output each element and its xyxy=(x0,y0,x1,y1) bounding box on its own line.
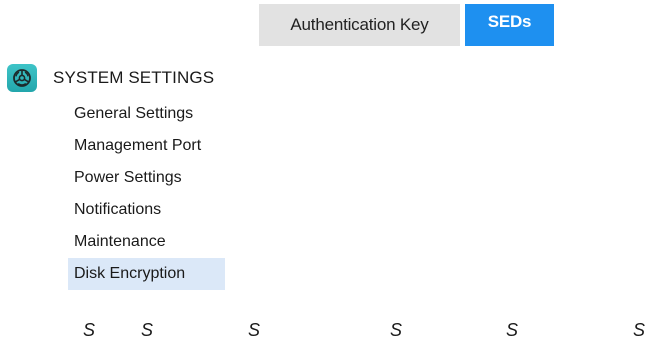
footer-letter: S xyxy=(390,320,403,340)
nav-item-notifications[interactable]: Notifications xyxy=(68,194,368,226)
footer-letter-row: S S S S S S xyxy=(0,320,649,344)
nav-item-disk-encryption[interactable]: Disk Encryption xyxy=(68,258,225,290)
tab-seds[interactable]: SEDs xyxy=(465,4,554,46)
nav-item-maintenance[interactable]: Maintenance xyxy=(68,226,368,258)
footer-letter: S xyxy=(248,320,261,340)
nav-item-power-settings[interactable]: Power Settings xyxy=(68,162,368,194)
tab-authentication-key[interactable]: Authentication Key xyxy=(259,4,460,46)
tab-bar: Authentication Key SEDs xyxy=(259,4,554,46)
nav-item-general-settings[interactable]: General Settings xyxy=(68,98,368,130)
system-settings-icon xyxy=(7,64,37,92)
nav-item-management-port[interactable]: Management Port xyxy=(68,130,368,162)
footer-letter: S xyxy=(633,320,646,340)
page: Authentication Key SEDs SYSTEM SETTINGS … xyxy=(0,0,649,344)
settings-nav: General Settings Management Port Power S… xyxy=(68,98,368,290)
footer-letter: S xyxy=(141,320,154,340)
footer-letter: S xyxy=(83,320,96,340)
section-header: SYSTEM SETTINGS xyxy=(7,63,214,93)
section-title: SYSTEM SETTINGS xyxy=(53,68,215,87)
settings-glyph-icon xyxy=(13,69,31,87)
footer-letter: S xyxy=(506,320,519,340)
